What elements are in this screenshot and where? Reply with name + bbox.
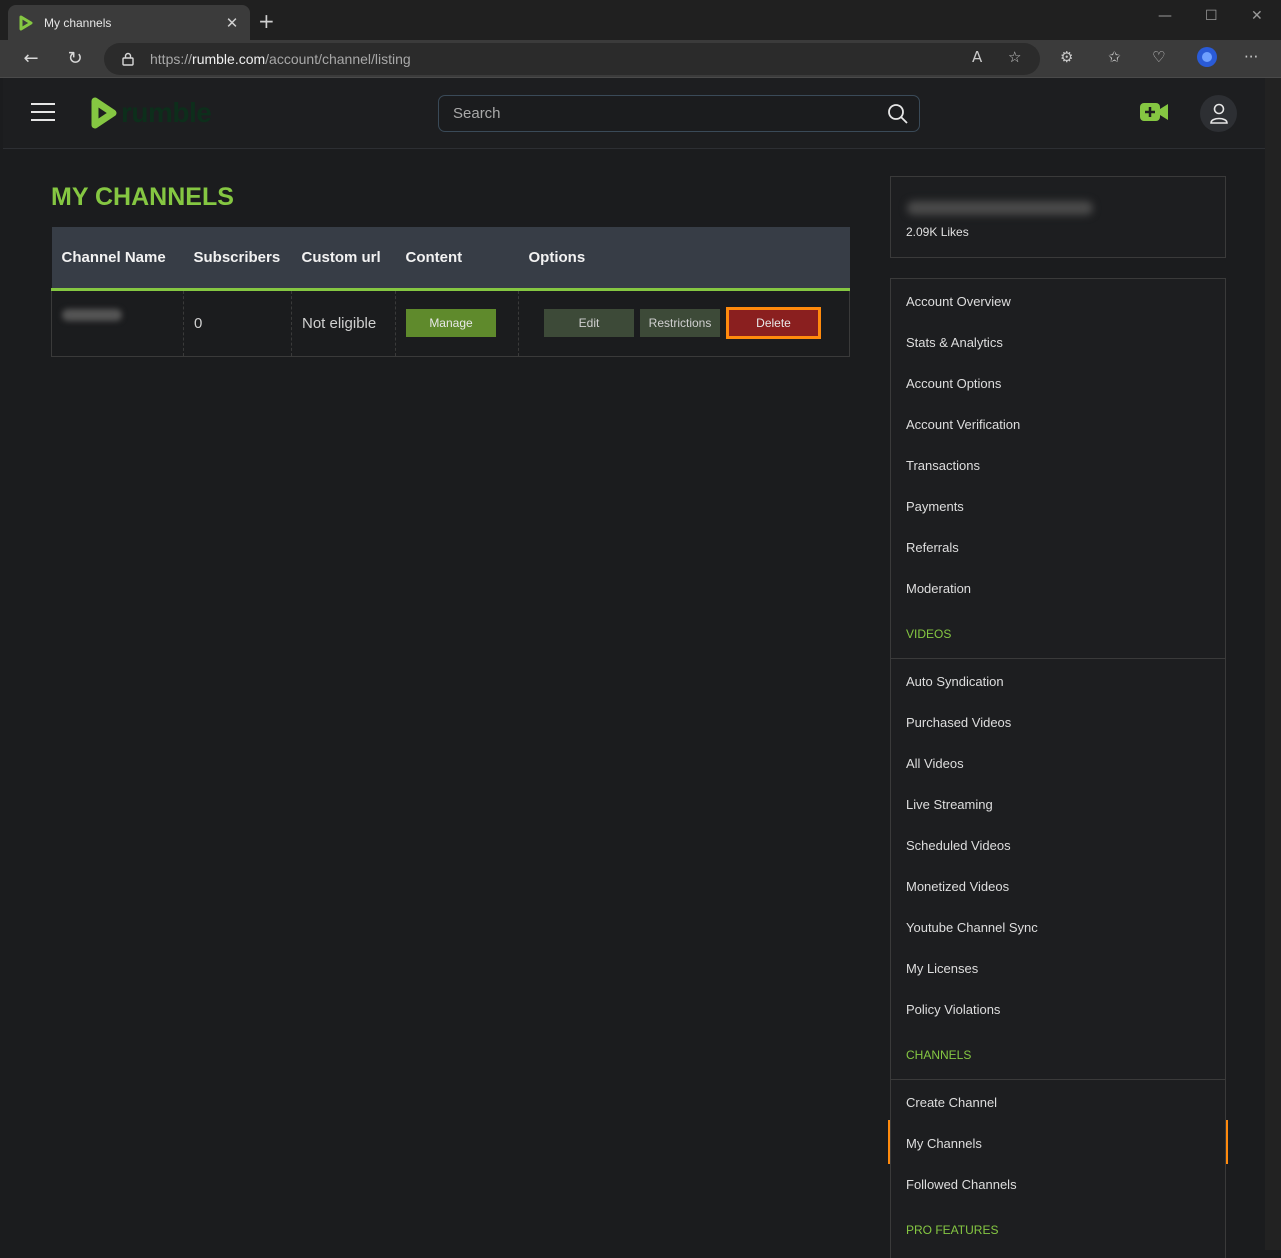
page-title: MY CHANNELS — [51, 183, 234, 211]
sidebar-section-channels: CHANNELS — [906, 1048, 972, 1062]
sidebar-divider — [891, 658, 1225, 659]
rumble-logo-icon — [91, 97, 117, 129]
sidebar-section-pro-features: PRO FEATURES — [906, 1223, 999, 1237]
delete-highlight: Delete — [726, 307, 821, 339]
browser-tab[interactable]: My channels ✕ — [8, 5, 250, 40]
sidebar-item-account-verification[interactable]: Account Verification — [906, 417, 1020, 432]
sidebar-item-my-channels[interactable]: My Channels — [906, 1136, 982, 1151]
page: rumble MY CHANNELS Channel Name — [3, 78, 1265, 1258]
menu-icon[interactable] — [31, 103, 55, 121]
table-row: 0 Not eligible Manage Edit Restrictions De… — [51, 289, 850, 357]
restrictions-button[interactable]: Restrictions — [640, 309, 720, 337]
channel-name-redacted — [62, 309, 122, 321]
column-header: Custom url — [291, 227, 396, 291]
table-header-row: Channel Name Subscribers Custom url Cont… — [51, 227, 850, 291]
sidebar-item-live-streaming[interactable]: Live Streaming — [906, 797, 993, 812]
upload-video-icon[interactable] — [1139, 101, 1169, 123]
sidebar-item-referrals[interactable]: Referrals — [906, 540, 959, 555]
options-cell: Edit Restrictions Delete — [518, 289, 850, 357]
sidebar-item-payments[interactable]: Payments — [906, 499, 964, 514]
profile-card[interactable]: 2.09K Likes — [890, 176, 1226, 258]
favorite-add-icon[interactable]: ☆ — [1008, 48, 1021, 66]
rumble-logo[interactable]: rumble — [89, 97, 212, 129]
maximize-icon[interactable]: ☐ — [1205, 8, 1218, 24]
sidebar-item-youtube-channel-sync[interactable]: Youtube Channel Sync — [906, 920, 1038, 935]
page-scrollbar[interactable] — [1265, 78, 1281, 1250]
sidebar-item-stats-analytics[interactable]: Stats & Analytics — [906, 335, 1003, 350]
sidebar-divider — [891, 1079, 1225, 1080]
column-header: Options — [518, 227, 850, 291]
read-aloud-icon[interactable]: A — [972, 48, 982, 66]
channel-name-cell — [51, 289, 184, 357]
sidebar-item-purchased-videos[interactable]: Purchased Videos — [906, 715, 1011, 730]
content-cell: Manage — [395, 289, 519, 357]
tab-close-icon[interactable]: ✕ — [224, 14, 240, 32]
search-box — [438, 95, 920, 132]
column-header: Channel Name — [51, 227, 184, 291]
more-options-icon[interactable]: ··· — [1244, 48, 1258, 66]
favorites-icon[interactable]: ✩ — [1108, 48, 1121, 66]
rumble-favicon-icon — [19, 15, 33, 30]
window-close-icon[interactable]: ✕ — [1251, 8, 1263, 24]
search-input[interactable] — [453, 105, 873, 122]
browser-toolbar: ← ↻ https://rumble.com/account/channel/l… — [0, 40, 1281, 78]
url-bar[interactable]: https://rumble.com/account/channel/listi… — [104, 43, 1040, 75]
user-avatar[interactable] — [1200, 95, 1237, 132]
tab-title: My channels — [44, 15, 112, 30]
custom-url-cell: Not eligible — [291, 289, 396, 357]
channels-table: Channel Name Subscribers Custom url Cont… — [51, 227, 850, 357]
sidebar-item-all-videos[interactable]: All Videos — [906, 756, 964, 771]
site-header: rumble — [3, 78, 1265, 149]
manage-button[interactable]: Manage — [406, 309, 496, 337]
copilot-icon[interactable] — [1196, 46, 1218, 72]
sidebar-item-account-options[interactable]: Account Options — [906, 376, 1001, 391]
browser-titlebar: My channels ✕ + — ☐ ✕ — [0, 0, 1281, 40]
sidebar-item-moderation[interactable]: Moderation — [906, 581, 971, 596]
edit-button[interactable]: Edit — [544, 309, 634, 337]
search-icon[interactable] — [887, 103, 909, 125]
refresh-icon[interactable]: ↻ — [61, 46, 89, 72]
sidebar-item-monetized-videos[interactable]: Monetized Videos — [906, 879, 1009, 894]
subscribers-cell: 0 — [183, 289, 292, 357]
logo-text: rumble — [121, 97, 212, 128]
sidebar-item-account-overview[interactable]: Account Overview — [906, 294, 1011, 309]
sidebar-item-auto-syndication[interactable]: Auto Syndication — [906, 674, 1004, 689]
column-header: Subscribers — [183, 227, 292, 291]
user-icon — [1209, 103, 1228, 124]
sidebar-item-create-channel[interactable]: Create Channel — [906, 1095, 997, 1110]
browser-essentials-icon[interactable]: ♡ — [1152, 48, 1165, 66]
account-sidebar: Account Overview Stats & Analytics Accou… — [890, 278, 1226, 1258]
minimize-icon[interactable]: — — [1158, 8, 1172, 24]
sidebar-section-videos: VIDEOS — [906, 627, 952, 641]
delete-button[interactable]: Delete — [729, 310, 818, 336]
url-text: https://rumble.com/account/channel/listi… — [150, 51, 411, 67]
sidebar-item-policy-violations[interactable]: Policy Violations — [906, 1002, 1000, 1017]
lock-icon — [122, 52, 134, 66]
sidebar-item-my-licenses[interactable]: My Licenses — [906, 961, 978, 976]
sidebar-item-transactions[interactable]: Transactions — [906, 458, 980, 473]
back-icon[interactable]: ← — [17, 46, 45, 72]
sidebar-item-scheduled-videos[interactable]: Scheduled Videos — [906, 838, 1011, 853]
column-header: Content — [395, 227, 519, 291]
sidebar-item-followed-channels[interactable]: Followed Channels — [906, 1177, 1017, 1192]
profile-name-redacted — [907, 201, 1093, 215]
likes-count: 2.09K Likes — [906, 225, 969, 239]
extensions-icon[interactable]: ⚙ — [1060, 48, 1073, 66]
new-tab-icon[interactable]: + — [258, 11, 275, 31]
